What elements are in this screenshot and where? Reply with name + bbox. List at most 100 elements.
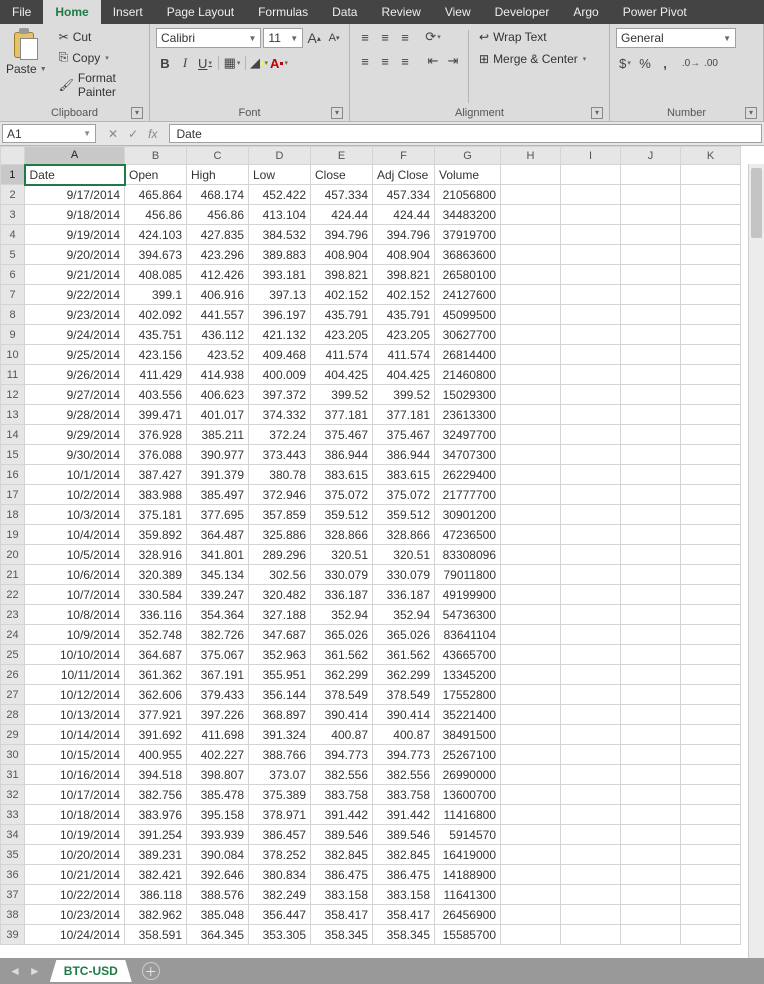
- cell[interactable]: 400.955: [125, 745, 187, 765]
- cell[interactable]: [621, 825, 681, 845]
- cell[interactable]: 37919700: [435, 225, 501, 245]
- row-header-38[interactable]: 38: [1, 905, 25, 925]
- cell[interactable]: 13600700: [435, 785, 501, 805]
- col-header-E[interactable]: E: [311, 147, 373, 165]
- cell[interactable]: 383.758: [373, 785, 435, 805]
- formula-input[interactable]: Date: [169, 124, 762, 143]
- decrease-decimal-icon[interactable]: .00: [702, 54, 720, 72]
- cell[interactable]: 395.158: [187, 805, 249, 825]
- cell[interactable]: 411.574: [311, 345, 373, 365]
- cell[interactable]: 10/10/2014: [25, 645, 125, 665]
- cell[interactable]: 328.916: [125, 545, 187, 565]
- col-header-F[interactable]: F: [373, 147, 435, 165]
- cell[interactable]: [501, 465, 561, 485]
- cell[interactable]: [621, 885, 681, 905]
- cell[interactable]: 468.174: [187, 185, 249, 205]
- cell[interactable]: 383.988: [125, 485, 187, 505]
- cell[interactable]: 394.796: [373, 225, 435, 245]
- scrollbar-thumb[interactable]: [751, 168, 762, 238]
- merge-center-button[interactable]: ⊞ Merge & Center ▾: [475, 50, 590, 68]
- cell[interactable]: [561, 405, 621, 425]
- cell[interactable]: [621, 525, 681, 545]
- cell[interactable]: 394.773: [311, 745, 373, 765]
- cell[interactable]: [561, 705, 621, 725]
- cell[interactable]: [621, 845, 681, 865]
- cell[interactable]: 26580100: [435, 265, 501, 285]
- cell[interactable]: [501, 285, 561, 305]
- cell[interactable]: [561, 285, 621, 305]
- cell[interactable]: 16419000: [435, 845, 501, 865]
- cell[interactable]: [621, 445, 681, 465]
- cell[interactable]: [561, 625, 621, 645]
- cell[interactable]: 390.084: [187, 845, 249, 865]
- cell[interactable]: [561, 245, 621, 265]
- cell[interactable]: 10/6/2014: [25, 565, 125, 585]
- cell[interactable]: [501, 485, 561, 505]
- cell[interactable]: 9/24/2014: [25, 325, 125, 345]
- cell[interactable]: 341.801: [187, 545, 249, 565]
- cell[interactable]: [561, 905, 621, 925]
- decrease-font-icon[interactable]: A▾: [325, 29, 343, 47]
- row-header-24[interactable]: 24: [1, 625, 25, 645]
- cell[interactable]: [681, 765, 741, 785]
- cell[interactable]: 377.181: [373, 405, 435, 425]
- cell[interactable]: 382.962: [125, 905, 187, 925]
- cell[interactable]: [621, 685, 681, 705]
- row-header-9[interactable]: 9: [1, 325, 25, 345]
- cell[interactable]: 23613300: [435, 405, 501, 425]
- cell[interactable]: 10/23/2014: [25, 905, 125, 925]
- cell[interactable]: [621, 305, 681, 325]
- cell[interactable]: [621, 345, 681, 365]
- cell[interactable]: 377.921: [125, 705, 187, 725]
- cell[interactable]: [681, 705, 741, 725]
- cell[interactable]: [501, 325, 561, 345]
- cell[interactable]: 336.187: [311, 585, 373, 605]
- cell[interactable]: [681, 625, 741, 645]
- cell[interactable]: 423.205: [373, 325, 435, 345]
- cell[interactable]: 362.299: [311, 665, 373, 685]
- name-box[interactable]: A1 ▼: [2, 124, 96, 143]
- cell[interactable]: Low: [249, 165, 311, 185]
- cell[interactable]: 383.615: [373, 465, 435, 485]
- cell[interactable]: [561, 865, 621, 885]
- cell[interactable]: 9/29/2014: [25, 425, 125, 445]
- cell[interactable]: [561, 785, 621, 805]
- cell[interactable]: 336.116: [125, 605, 187, 625]
- cell[interactable]: [621, 325, 681, 345]
- cell[interactable]: [681, 465, 741, 485]
- cell[interactable]: 412.426: [187, 265, 249, 285]
- cell[interactable]: 10/7/2014: [25, 585, 125, 605]
- cell[interactable]: 327.188: [249, 605, 311, 625]
- cell[interactable]: 358.417: [311, 905, 373, 925]
- cell[interactable]: 10/19/2014: [25, 825, 125, 845]
- cell[interactable]: [501, 545, 561, 565]
- cell[interactable]: 397.372: [249, 385, 311, 405]
- cell[interactable]: 399.52: [373, 385, 435, 405]
- row-header-30[interactable]: 30: [1, 745, 25, 765]
- row-header-14[interactable]: 14: [1, 425, 25, 445]
- cell[interactable]: [621, 225, 681, 245]
- tab-view[interactable]: View: [433, 0, 483, 24]
- align-bottom-icon[interactable]: ≡: [396, 28, 414, 46]
- cell[interactable]: 38491500: [435, 725, 501, 745]
- cell[interactable]: 302.56: [249, 565, 311, 585]
- cell[interactable]: 364.345: [187, 925, 249, 945]
- cell[interactable]: 397.13: [249, 285, 311, 305]
- cell[interactable]: [681, 265, 741, 285]
- row-header-1[interactable]: 1: [1, 165, 25, 185]
- cell[interactable]: [681, 585, 741, 605]
- cell[interactable]: 456.86: [125, 205, 187, 225]
- cell[interactable]: [561, 825, 621, 845]
- cell[interactable]: 10/18/2014: [25, 805, 125, 825]
- cell[interactable]: 402.152: [311, 285, 373, 305]
- cell[interactable]: 21056800: [435, 185, 501, 205]
- cell[interactable]: [561, 645, 621, 665]
- cell[interactable]: [501, 865, 561, 885]
- vertical-scrollbar[interactable]: [748, 164, 764, 958]
- cell[interactable]: 17552800: [435, 685, 501, 705]
- cell[interactable]: [501, 565, 561, 585]
- cell[interactable]: 390.414: [311, 705, 373, 725]
- cell[interactable]: 377.695: [187, 505, 249, 525]
- cell[interactable]: 386.944: [373, 445, 435, 465]
- cell[interactable]: 389.231: [125, 845, 187, 865]
